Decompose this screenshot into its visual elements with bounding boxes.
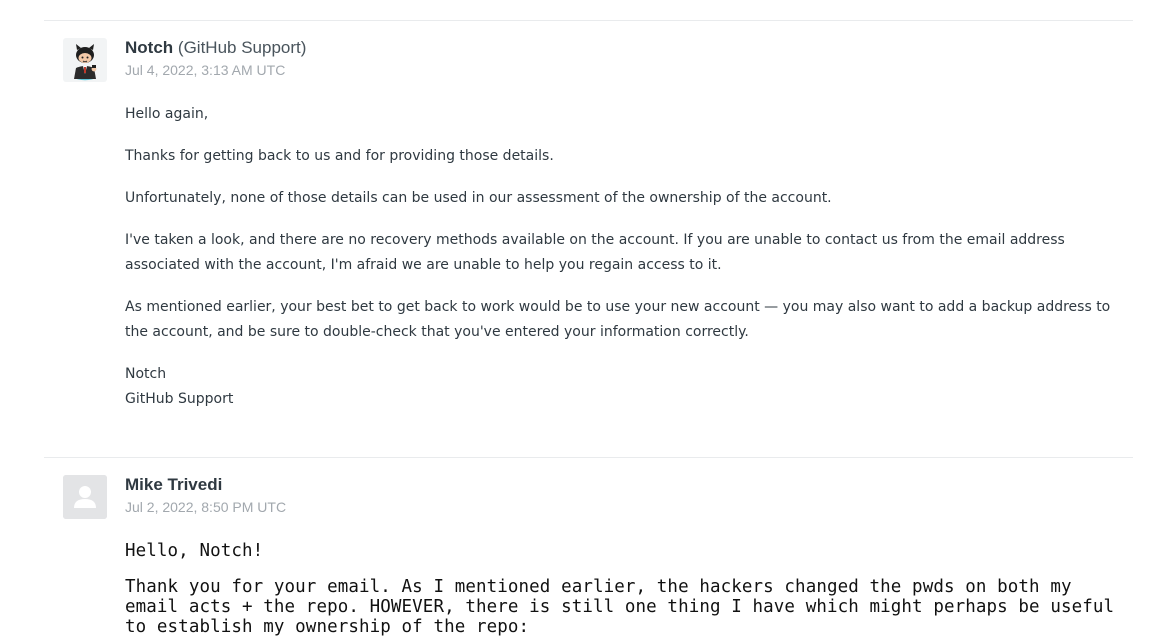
signature-team: GitHub Support xyxy=(125,391,234,407)
comment-timestamp: Jul 2, 2022, 8:50 PM UTC xyxy=(125,499,287,515)
comment-meta: Mike Trivedi Jul 2, 2022, 8:50 PM UTC xyxy=(125,475,286,516)
comment-paragraph: As mentioned earlier, your best bet to g… xyxy=(125,299,1111,340)
comment-meta: Notch (GitHub Support) Jul 4, 2022, 3:13… xyxy=(125,38,306,79)
comment-paragraph: Thank you for your email. As I mentioned… xyxy=(125,577,1115,637)
comment-paragraph: I've taken a look, and there are no reco… xyxy=(125,232,1065,273)
author-name: Mike Trivedi xyxy=(125,475,223,494)
default-user-avatar-icon xyxy=(63,475,107,519)
octocat-agent-avatar-icon xyxy=(63,38,107,82)
author-line: Notch (GitHub Support) xyxy=(125,38,306,58)
comment-paragraph: Unfortunately, none of those details can… xyxy=(125,190,832,206)
comment-paragraph: Hello, Notch! xyxy=(125,541,264,561)
comment-paragraph: Thanks for getting back to us and for pr… xyxy=(125,148,554,164)
comment-timestamp: Jul 4, 2022, 3:13 AM UTC xyxy=(125,62,286,78)
comment-body: Hello again, Thanks for getting back to … xyxy=(125,102,1125,412)
author-line: Mike Trivedi xyxy=(125,475,286,495)
signature-name: Notch xyxy=(125,366,167,382)
comment-body: Hello, Notch! Thank you for your email. … xyxy=(125,541,1125,637)
comment-divider xyxy=(44,20,1133,21)
ticket-conversation: Notch (GitHub Support) Jul 4, 2022, 3:13… xyxy=(0,0,1165,637)
octocat-agent-avatar-svg xyxy=(63,38,107,82)
comment-divider xyxy=(44,457,1133,458)
comment-paragraph: Hello again, xyxy=(125,106,209,122)
default-user-avatar-svg xyxy=(63,475,107,519)
author-name: Notch xyxy=(125,38,174,57)
author-role: (GitHub Support) xyxy=(177,38,307,57)
